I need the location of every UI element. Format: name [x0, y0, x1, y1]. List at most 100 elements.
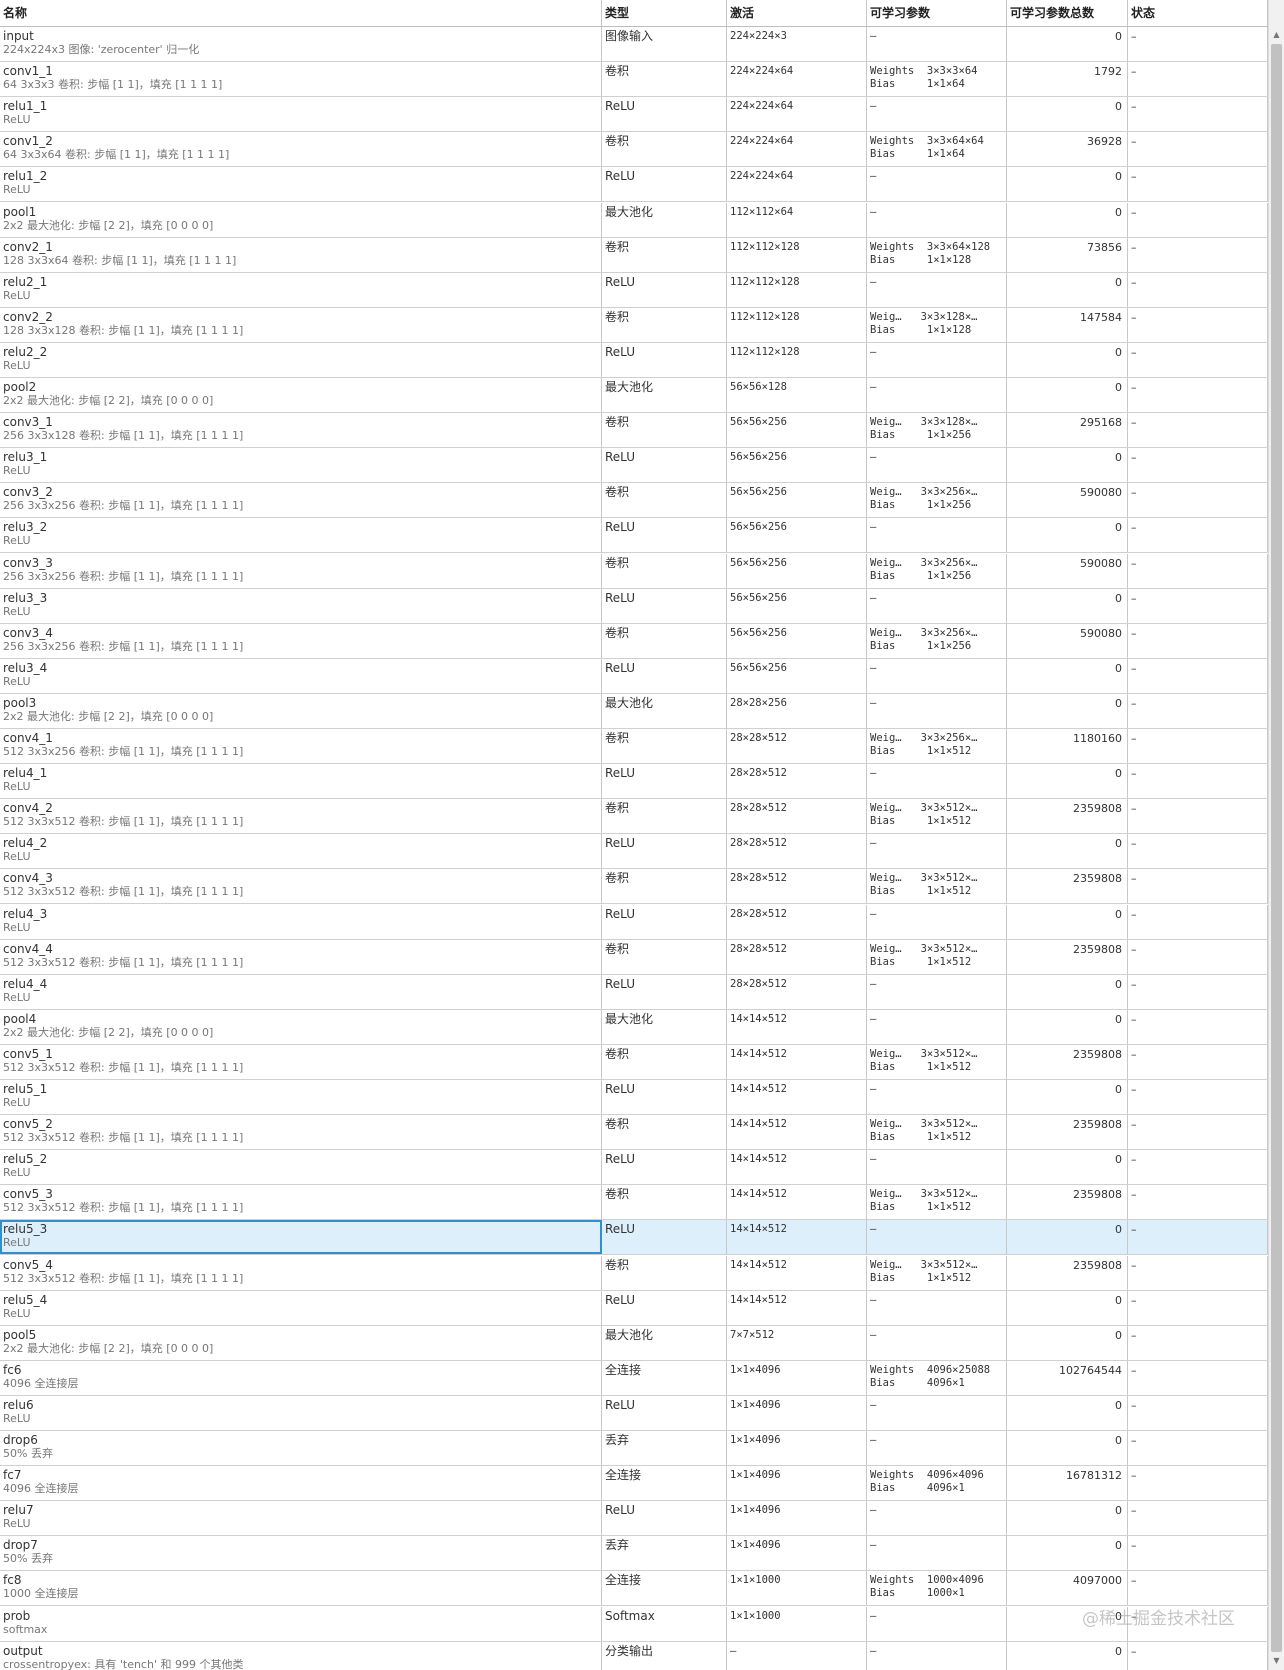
- layer-name-cell[interactable]: relu7 ReLU: [0, 1501, 602, 1536]
- layer-name-cell[interactable]: pool2 2x2 最大池化: 步幅 [2 2]，填充 [0 0 0 0]: [0, 378, 602, 412]
- header-state[interactable]: 状态: [1128, 0, 1268, 26]
- table-row[interactable]: pool1 2x2 最大池化: 步幅 [2 2]，填充 [0 0 0 0] 最大池化…: [0, 202, 1268, 238]
- table-row[interactable]: fc8 1000 全连接层 全连接 1×1×1000 Weights 1000×4096…: [0, 1571, 1268, 1607]
- table-row[interactable]: conv4_1 512 3x3x256 卷积: 步幅 [1 1]，填充 [1 1 …: [0, 729, 1268, 764]
- layer-name-cell[interactable]: relu5_1 ReLU: [0, 1080, 602, 1114]
- layer-name-cell[interactable]: relu5_3 ReLU: [0, 1220, 602, 1255]
- layer-name-cell[interactable]: conv3_2 256 3x3x256 卷积: 步幅 [1 1]，填充 [1 1 …: [0, 483, 602, 518]
- table-row[interactable]: relu4_2 ReLU ReLU 28×28×512–0–: [0, 834, 1268, 870]
- layer-name-cell[interactable]: conv5_2 512 3x3x512 卷积: 步幅 [1 1]，填充 [1 1 …: [0, 1115, 602, 1150]
- table-row[interactable]: relu5_4 ReLU ReLU 14×14×512–0–: [0, 1290, 1268, 1326]
- layer-name-cell[interactable]: conv2_2 128 3x3x128 卷积: 步幅 [1 1]，填充 [1 1 …: [0, 307, 602, 342]
- layer-name-cell[interactable]: fc6 4096 全连接层: [0, 1360, 602, 1395]
- table-row[interactable]: relu3_1 ReLU ReLU 56×56×256–0–: [0, 448, 1268, 484]
- table-row[interactable]: relu5_3 ReLU ReLU 14×14×512–0–: [0, 1220, 1268, 1256]
- table-row[interactable]: pool2 2x2 最大池化: 步幅 [2 2]，填充 [0 0 0 0] 最大池化…: [0, 378, 1268, 413]
- layer-name-cell[interactable]: fc8 1000 全连接层: [0, 1571, 602, 1606]
- layer-name-cell[interactable]: conv1_1 64 3x3x3 卷积: 步幅 [1 1]，填充 [1 1 1 1…: [0, 62, 602, 97]
- layer-name-cell[interactable]: relu5_4 ReLU: [0, 1290, 602, 1325]
- header-activation[interactable]: 激活: [727, 0, 867, 26]
- table-row[interactable]: conv3_2 256 3x3x256 卷积: 步幅 [1 1]，填充 [1 1 …: [0, 483, 1268, 519]
- layer-name-cell[interactable]: relu2_2 ReLU: [0, 342, 602, 377]
- table-row[interactable]: drop7 50% 丢弃 丢弃 1×1×4096–0–: [0, 1536, 1268, 1572]
- header-name[interactable]: 名称: [0, 0, 602, 26]
- layer-name-cell[interactable]: conv3_3 256 3x3x256 卷积: 步幅 [1 1]，填充 [1 1 …: [0, 553, 602, 588]
- table-row[interactable]: prob softmax Softmax 1×1×1000–0–: [0, 1606, 1268, 1642]
- scrollbar-thumb[interactable]: [1271, 44, 1282, 1652]
- layer-name-cell[interactable]: output crossentropyex: 具有 'tench' 和 999 个…: [0, 1641, 602, 1670]
- table-row[interactable]: conv4_2 512 3x3x512 卷积: 步幅 [1 1]，填充 [1 1 …: [0, 799, 1268, 835]
- table-row[interactable]: relu2_2 ReLU ReLU 112×112×128–0–: [0, 342, 1268, 378]
- table-row[interactable]: relu3_4 ReLU ReLU 56×56×256–0–: [0, 658, 1268, 694]
- table-row[interactable]: conv5_1 512 3x3x512 卷积: 步幅 [1 1]，填充 [1 1 …: [0, 1044, 1268, 1080]
- layer-name-cell[interactable]: conv4_2 512 3x3x512 卷积: 步幅 [1 1]，填充 [1 1 …: [0, 799, 602, 834]
- layer-name-cell[interactable]: pool4 2x2 最大池化: 步幅 [2 2]，填充 [0 0 0 0]: [0, 1009, 602, 1044]
- layer-name-cell[interactable]: conv2_1 128 3x3x64 卷积: 步幅 [1 1]，填充 [1 1 1…: [0, 237, 602, 272]
- layer-name-cell[interactable]: relu5_2 ReLU: [0, 1150, 602, 1185]
- layer-name-cell[interactable]: relu1_2 ReLU: [0, 167, 602, 202]
- layer-name-cell[interactable]: relu3_3 ReLU: [0, 588, 602, 623]
- layer-name-cell[interactable]: conv3_4 256 3x3x256 卷积: 步幅 [1 1]，填充 [1 1 …: [0, 623, 602, 658]
- table-row[interactable]: conv3_1 256 3x3x128 卷积: 步幅 [1 1]，填充 [1 1 …: [0, 413, 1268, 449]
- table-row[interactable]: relu1_1 ReLU ReLU 224×224×64–0–: [0, 97, 1268, 133]
- table-row[interactable]: pool4 2x2 最大池化: 步幅 [2 2]，填充 [0 0 0 0] 最大池化…: [0, 1009, 1268, 1045]
- table-row[interactable]: conv5_2 512 3x3x512 卷积: 步幅 [1 1]，填充 [1 1 …: [0, 1115, 1268, 1151]
- layer-name-cell[interactable]: relu4_2 ReLU: [0, 834, 602, 869]
- table-row[interactable]: drop6 50% 丢弃 丢弃 1×1×4096–0–: [0, 1431, 1268, 1466]
- layer-name-cell[interactable]: relu4_4 ReLU: [0, 974, 602, 1009]
- header-total-learnables[interactable]: 可学习参数总数: [1007, 0, 1128, 26]
- header-type[interactable]: 类型: [602, 0, 727, 26]
- table-row[interactable]: pool5 2x2 最大池化: 步幅 [2 2]，填充 [0 0 0 0] 最大池化…: [0, 1325, 1268, 1361]
- table-row[interactable]: fc7 4096 全连接层 全连接 1×1×4096 Weights 4096×4096…: [0, 1466, 1268, 1502]
- layer-name-cell[interactable]: relu6 ReLU: [0, 1395, 602, 1430]
- layer-name-cell[interactable]: relu4_1 ReLU: [0, 764, 602, 799]
- layer-name-cell[interactable]: prob softmax: [0, 1606, 602, 1641]
- vertical-scrollbar[interactable]: ▲ ▼: [1268, 0, 1284, 1670]
- table-row[interactable]: conv4_3 512 3x3x512 卷积: 步幅 [1 1]，填充 [1 1 …: [0, 869, 1268, 905]
- layer-name-cell[interactable]: conv4_1 512 3x3x256 卷积: 步幅 [1 1]，填充 [1 1 …: [0, 729, 602, 763]
- table-row[interactable]: relu7 ReLU ReLU 1×1×4096–0–: [0, 1501, 1268, 1537]
- table-row[interactable]: relu5_1 ReLU ReLU 14×14×512–0–: [0, 1080, 1268, 1115]
- scroll-down-arrow-icon[interactable]: ▼: [1269, 1654, 1284, 1668]
- table-row[interactable]: conv5_4 512 3x3x512 卷积: 步幅 [1 1]，填充 [1 1 …: [0, 1255, 1268, 1291]
- table-row[interactable]: conv2_2 128 3x3x128 卷积: 步幅 [1 1]，填充 [1 1 …: [0, 307, 1268, 343]
- table-row[interactable]: relu6 ReLU ReLU 1×1×4096–0–: [0, 1395, 1268, 1431]
- table-row[interactable]: conv5_3 512 3x3x512 卷积: 步幅 [1 1]，填充 [1 1 …: [0, 1185, 1268, 1221]
- table-row[interactable]: conv1_2 64 3x3x64 卷积: 步幅 [1 1]，填充 [1 1 1 …: [0, 132, 1268, 168]
- table-row[interactable]: conv2_1 128 3x3x64 卷积: 步幅 [1 1]，填充 [1 1 1…: [0, 237, 1268, 273]
- layer-name-cell[interactable]: drop7 50% 丢弃: [0, 1536, 602, 1571]
- layer-name-cell[interactable]: pool3 2x2 最大池化: 步幅 [2 2]，填充 [0 0 0 0]: [0, 693, 602, 728]
- layer-name-cell[interactable]: relu2_1 ReLU: [0, 272, 602, 307]
- table-row[interactable]: relu4_1 ReLU ReLU 28×28×512–0–: [0, 764, 1268, 800]
- layer-name-cell[interactable]: relu3_4 ReLU: [0, 658, 602, 693]
- layer-name-cell[interactable]: pool1 2x2 最大池化: 步幅 [2 2]，填充 [0 0 0 0]: [0, 202, 602, 237]
- layer-name-cell[interactable]: conv1_2 64 3x3x64 卷积: 步幅 [1 1]，填充 [1 1 1 …: [0, 132, 602, 167]
- table-row[interactable]: conv3_3 256 3x3x256 卷积: 步幅 [1 1]，填充 [1 1 …: [0, 553, 1268, 589]
- layer-name-cell[interactable]: conv5_1 512 3x3x512 卷积: 步幅 [1 1]，填充 [1 1 …: [0, 1044, 602, 1079]
- layer-name-cell[interactable]: relu4_3 ReLU: [0, 904, 602, 939]
- table-row[interactable]: conv1_1 64 3x3x3 卷积: 步幅 [1 1]，填充 [1 1 1 1…: [0, 62, 1268, 98]
- layer-name-cell[interactable]: drop6 50% 丢弃: [0, 1431, 602, 1465]
- layer-name-cell[interactable]: relu3_2 ReLU: [0, 518, 602, 553]
- table-row[interactable]: fc6 4096 全连接层 全连接 1×1×4096 Weights 4096×2508…: [0, 1360, 1268, 1396]
- table-row[interactable]: relu3_2 ReLU ReLU 56×56×256–0–: [0, 518, 1268, 554]
- layer-name-cell[interactable]: pool5 2x2 最大池化: 步幅 [2 2]，填充 [0 0 0 0]: [0, 1325, 602, 1360]
- table-row[interactable]: pool3 2x2 最大池化: 步幅 [2 2]，填充 [0 0 0 0] 最大池化…: [0, 693, 1268, 729]
- table-row[interactable]: input 224x224x3 图像: 'zerocenter' 归一化 图像输入 2…: [0, 27, 1268, 62]
- table-row[interactable]: conv4_4 512 3x3x512 卷积: 步幅 [1 1]，填充 [1 1 …: [0, 939, 1268, 975]
- layer-name-cell[interactable]: conv5_4 512 3x3x512 卷积: 步幅 [1 1]，填充 [1 1 …: [0, 1255, 602, 1290]
- layer-name-cell[interactable]: conv5_3 512 3x3x512 卷积: 步幅 [1 1]，填充 [1 1 …: [0, 1185, 602, 1220]
- layer-name-cell[interactable]: conv4_3 512 3x3x512 卷积: 步幅 [1 1]，填充 [1 1 …: [0, 869, 602, 904]
- scroll-up-arrow-icon[interactable]: ▲: [1269, 28, 1284, 42]
- layer-name-cell[interactable]: fc7 4096 全连接层: [0, 1466, 602, 1501]
- header-learnables[interactable]: 可学习参数: [867, 0, 1007, 26]
- layer-name-cell[interactable]: conv3_1 256 3x3x128 卷积: 步幅 [1 1]，填充 [1 1 …: [0, 413, 602, 448]
- layer-name-cell[interactable]: relu3_1 ReLU: [0, 448, 602, 483]
- table-row[interactable]: output crossentropyex: 具有 'tench' 和 999 个…: [0, 1641, 1268, 1670]
- table-row[interactable]: relu4_4 ReLU ReLU 28×28×512–0–: [0, 974, 1268, 1010]
- table-row[interactable]: relu3_3 ReLU ReLU 56×56×256–0–: [0, 588, 1268, 624]
- table-row[interactable]: relu4_3 ReLU ReLU 28×28×512–0–: [0, 904, 1268, 940]
- table-row[interactable]: relu5_2 ReLU ReLU 14×14×512–0–: [0, 1150, 1268, 1186]
- layer-name-cell[interactable]: relu1_1 ReLU: [0, 97, 602, 132]
- table-row[interactable]: relu1_2 ReLU ReLU 224×224×64–0–: [0, 167, 1268, 203]
